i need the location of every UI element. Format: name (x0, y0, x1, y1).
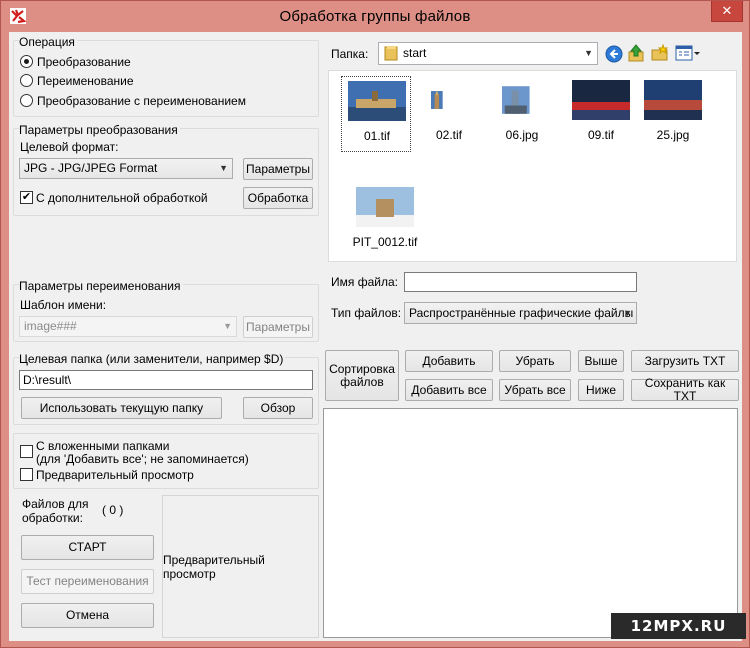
title-bar: Обработка группы файлов ✕ (1, 1, 749, 32)
radio-convert-rename-label[interactable]: Преобразование с переименованием (37, 94, 246, 108)
files-count-value: ( 0 ) (102, 503, 124, 517)
photo-thumbnail-image (572, 80, 630, 120)
load-txt-button[interactable]: Загрузить TXT (631, 350, 739, 372)
close-button[interactable]: ✕ (711, 1, 743, 22)
subfolders-label-line2[interactable]: (для 'Добавить все'; не запоминается) (36, 452, 249, 466)
operation-group-title: Операция (19, 35, 77, 49)
remove-button[interactable]: Убрать (499, 350, 571, 372)
format-params-button[interactable]: Параметры (243, 158, 313, 180)
rename-params-title: Параметры переименования (19, 279, 183, 293)
extra-processing-label[interactable]: С дополнительной обработкой (36, 191, 208, 205)
view-menu-icon[interactable] (675, 44, 701, 62)
photo-thumbnail-image (348, 81, 406, 121)
filetype-select[interactable]: Распространённые графические файлы ▼ (404, 302, 637, 324)
add-all-button[interactable]: Добавить все (405, 379, 493, 401)
extra-processing-checkbox[interactable]: ✔ (20, 191, 33, 204)
file-thumbnail[interactable]: 25.jpg (638, 76, 708, 152)
chevron-down-icon: ▼ (623, 308, 632, 318)
remove-all-button[interactable]: Убрать все (499, 379, 571, 401)
preview-checkbox[interactable] (20, 468, 33, 481)
folder-select[interactable]: start ▼ (378, 42, 598, 65)
preview-panel: Предварительный просмотр (162, 495, 319, 638)
radio-rename[interactable] (20, 74, 33, 87)
subfolders-label-line1[interactable]: С вложенными папками (36, 439, 169, 453)
file-name: 01.tif (363, 129, 390, 143)
add-button[interactable]: Добавить (405, 350, 493, 372)
file-thumbnail[interactable]: 02.tif (414, 76, 484, 152)
target-format-label: Целевой формат: (20, 140, 119, 154)
processing-button[interactable]: Обработка (243, 187, 313, 209)
chevron-down-icon: ▼ (223, 321, 232, 331)
filetype-value: Распространённые графические файлы (409, 306, 634, 320)
use-current-folder-button[interactable]: Использовать текущую папку (21, 397, 222, 419)
target-folder-input[interactable]: D:\result\ (19, 370, 313, 390)
folder-label: Папка: (331, 47, 369, 61)
browse-button[interactable]: Обзор (243, 397, 313, 419)
radio-convert-rename[interactable] (20, 94, 33, 107)
target-folder-title: Целевая папка (или заменители, например … (19, 352, 286, 366)
chevron-down-icon: ▼ (219, 163, 228, 173)
files-count-label-line2: обработки: (22, 511, 83, 525)
move-down-button[interactable]: Ниже (578, 379, 624, 401)
start-button[interactable]: СТАРТ (21, 535, 154, 560)
move-up-button[interactable]: Выше (578, 350, 624, 372)
cancel-button[interactable]: Отмена (21, 603, 154, 628)
new-folder-icon[interactable] (651, 44, 669, 62)
name-template-label: Шаблон имени: (20, 298, 107, 312)
target-format-select[interactable]: JPG - JPG/JPEG Format ▼ (19, 158, 233, 179)
chevron-down-icon: ▼ (584, 48, 593, 58)
app-window: Обработка группы файлов ✕ Операция Преоб… (0, 0, 750, 648)
sort-files-button[interactable]: Сортировка файлов (325, 350, 399, 401)
filetype-label: Тип файлов: (331, 306, 402, 320)
up-folder-icon[interactable] (627, 44, 645, 62)
folder-value: start (403, 46, 427, 60)
photo-thumbnail-image (356, 187, 414, 227)
name-template-value: image### (24, 319, 77, 333)
files-count-label-line1: Файлов для (22, 497, 89, 511)
file-thumbnail[interactable]: 01.tif (341, 76, 411, 152)
photo-thumbnail-image (431, 91, 443, 109)
target-format-value: JPG - JPG/JPEG Format (24, 161, 158, 175)
convert-params-title: Параметры преобразования (19, 123, 180, 137)
file-name: 02.tif (435, 128, 462, 142)
radio-convert-label[interactable]: Преобразование (37, 55, 131, 69)
file-thumbnail[interactable]: 09.tif (566, 76, 636, 152)
preview-panel-text: Предварительный просмотр (163, 552, 265, 581)
name-template-select[interactable]: image### ▼ (19, 316, 237, 337)
radio-rename-label[interactable]: Переименование (37, 74, 134, 88)
file-name: 25.jpg (656, 128, 690, 142)
filename-label: Имя файла: (331, 275, 398, 289)
file-thumbnail[interactable]: PIT_0012.tif (341, 183, 429, 259)
folder-icon (384, 46, 398, 61)
filename-input[interactable] (404, 272, 637, 292)
dialog-body: Операция Преобразование Переименование П… (9, 32, 742, 641)
file-name: PIT_0012.tif (352, 235, 418, 249)
photo-thumbnail-image (502, 86, 530, 114)
test-rename-button[interactable]: Тест переименования (21, 569, 154, 594)
files-to-process-list[interactable] (323, 408, 738, 638)
save-txt-button[interactable]: Сохранить как TXT (631, 377, 739, 403)
window-title: Обработка группы файлов (279, 8, 471, 25)
site-watermark: 12MPX.RU (611, 613, 746, 639)
file-thumbnail[interactable]: 06.jpg (487, 76, 557, 152)
file-name: 09.tif (587, 128, 614, 142)
radio-convert[interactable] (20, 55, 33, 68)
file-name: 06.jpg (505, 128, 539, 142)
back-icon[interactable] (605, 45, 623, 63)
preview-checkbox-label[interactable]: Предварительный просмотр (36, 468, 194, 482)
rename-params-button[interactable]: Параметры (243, 316, 313, 338)
file-thumbnail-view[interactable]: 01.tif 02.tif 06.jpg 09.tif 25.jpg PIT_0… (328, 70, 737, 262)
subfolders-checkbox[interactable] (20, 445, 33, 458)
photo-thumbnail-image (644, 80, 702, 120)
